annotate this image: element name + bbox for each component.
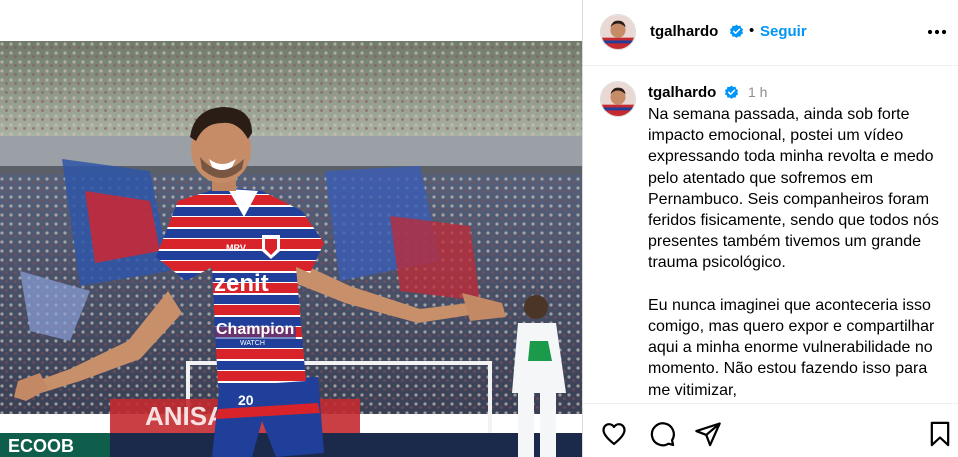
bookmark-icon <box>930 421 950 447</box>
header-username[interactable]: tgalhardo <box>650 23 718 40</box>
more-options-button[interactable] <box>923 20 951 44</box>
post-media: ECOOB ANISA 20 zenit Champion WATCH MRV <box>0 0 582 457</box>
caption-text: Na semana passada, ainda sob forte impac… <box>648 104 952 401</box>
avatar[interactable] <box>600 81 636 117</box>
jersey-sponsor-front: zenit <box>214 270 269 297</box>
caption-comment: tgalhardo 1 h Na semana passada, ainda s… <box>583 66 958 403</box>
action-bar <box>583 403 958 457</box>
post-side-panel: tgalhardo • Seguir tgalhardo 1 h Na sema… <box>583 0 958 457</box>
post-time[interactable]: 1 h <box>748 84 767 100</box>
caption-paragraph: Eu nunca imaginei que aconteceria isso c… <box>648 296 935 399</box>
jersey-sponsor-chest-sub: WATCH <box>240 340 265 347</box>
share-icon <box>695 422 721 447</box>
post-header: tgalhardo • Seguir <box>583 0 958 66</box>
comment-icon <box>650 422 675 447</box>
follow-button[interactable]: Seguir <box>760 23 807 40</box>
jersey-sponsor-chest: Champion <box>216 321 294 338</box>
ad-board-mid-text: ANISA <box>145 401 226 431</box>
avatar-image <box>601 15 635 49</box>
avatar-image <box>601 82 635 116</box>
caption-paragraph: Na semana passada, ainda sob forte impac… <box>648 106 939 272</box>
post-photo[interactable]: ECOOB ANISA 20 zenit Champion WATCH MRV <box>0 41 582 457</box>
ad-board-left-text: ECOOB <box>8 436 74 456</box>
caption-username[interactable]: tgalhardo <box>648 84 716 101</box>
share-button[interactable] <box>694 420 722 448</box>
avatar[interactable] <box>600 14 636 50</box>
verified-badge-icon <box>729 24 744 38</box>
comment-button[interactable] <box>648 420 676 448</box>
player-celebration-image: ECOOB ANISA 20 zenit Champion WATCH MRV <box>0 41 582 457</box>
save-button[interactable] <box>926 420 954 448</box>
shorts-number: 20 <box>238 392 254 408</box>
jersey-sponsor-small: MRV <box>226 243 246 253</box>
verified-badge-icon <box>724 85 739 99</box>
like-button[interactable] <box>600 420 628 448</box>
heart-icon <box>602 423 626 446</box>
header-separator: • <box>749 22 755 39</box>
more-horizontal-icon <box>927 29 947 35</box>
